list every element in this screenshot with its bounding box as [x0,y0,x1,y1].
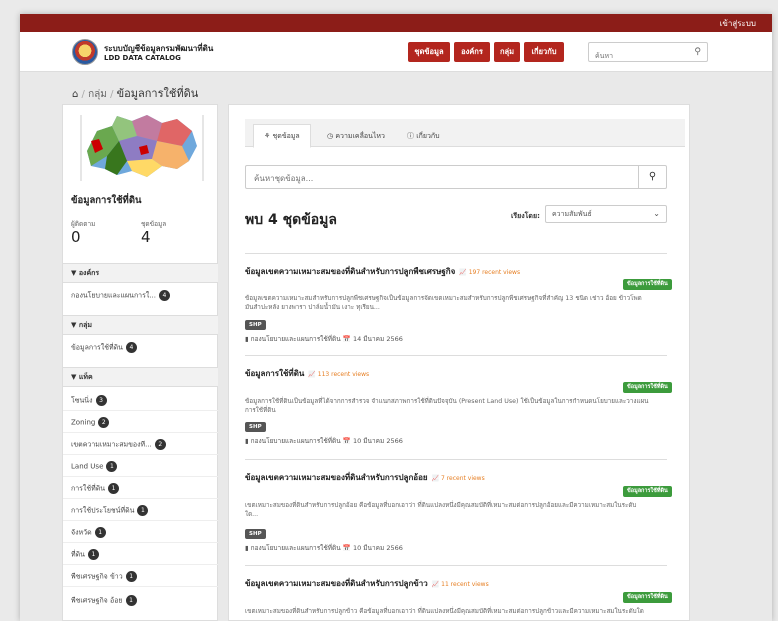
info-icon: ⓘ [407,132,417,140]
dataset-meta: ▮ กองนโยบายและแผนการใช้ที่ดิน 📅 14 มีนาค… [245,335,403,343]
facet-item-tag[interactable]: จังหวัด 1 [71,527,106,539]
recent-views: 📈 197 recent views [459,269,521,276]
facet-item-tag[interactable]: การใช้ประโยชน์ที่ดิน 1 [71,505,149,517]
header-search-input[interactable] [589,47,679,65]
header-search[interactable]: ⚲ [588,42,708,65]
format-badge[interactable]: SHP [245,422,266,432]
sort-label: เรียงโดย: [511,212,540,220]
group-map-image [77,111,207,185]
divider [63,586,218,587]
divider [245,355,667,356]
masthead: ระบบบัญชีข้อมูลกรมพัฒนาที่ดิน LDD DATA C… [20,32,772,72]
divider [245,253,667,254]
dataset-title-link[interactable]: ข้อมูลเขตความเหมาะสมของที่ดินสำหรับการปล… [245,471,485,484]
tab-activity[interactable]: ◷ ความเคลื่อนไหว [317,125,395,147]
dataset-title-link[interactable]: ข้อมูลการใช้ที่ดิน 📈 113 recent views [245,367,369,380]
divider [63,498,218,499]
dataset-title-link[interactable]: ข้อมูลเขตความเหมาะสมของที่ดินสำหรับการปล… [245,577,489,590]
filter-icon: ▼ [71,269,79,277]
home-icon[interactable]: ⌂ [72,89,78,100]
sort-select[interactable]: ความสัมพันธ์ ⌄ [545,205,667,223]
recent-views: 📈 11 recent views [431,581,489,588]
group-title: ข้อมูลการใช้ที่ดิน [71,195,142,206]
divider [63,410,218,411]
facet-header-organizations: ▼ องค์กร [63,263,218,283]
divider [63,454,218,455]
search-icon[interactable]: ⚲ [638,166,666,188]
breadcrumb-current[interactable]: ข้อมูลการใช้ที่ดิน [117,87,199,100]
facet-item-tag[interactable]: การใช้ที่ดิน 1 [71,483,120,495]
ldd-logo[interactable] [72,39,98,65]
group-tag-badge[interactable]: ข้อมูลการใช้ที่ดิน [623,382,672,393]
divider [245,565,667,566]
dataset-meta: ▮ กองนโยบายและแผนการใช้ที่ดิน 📅 10 มีนาค… [245,437,403,445]
filter-icon: ▼ [71,373,79,381]
recent-views: 📈 7 recent views [431,475,485,482]
group-tag-badge[interactable]: ข้อมูลการใช้ที่ดิน [623,279,672,290]
nav-groups-button[interactable]: กลุ่ม [494,42,520,62]
facet-item-tag[interactable]: พืชเศรษฐกิจ ข้าว 1 [71,571,137,583]
filter-icon: ▼ [71,321,79,329]
results-count: พบ 4 ชุดข้อมูล [245,212,337,228]
facet-header-groups: ▼ กลุ่ม [63,315,218,335]
facet-item-tag[interactable]: พืชเศรษฐกิจ อ้อย 1 [71,595,137,607]
facet-item-tag[interactable]: Land Use 1 [71,461,118,472]
chevron-down-icon: ⌄ [653,209,660,218]
recent-views: 📈 113 recent views [308,371,370,378]
dataset-description: เขตเหมาะสมของที่ดินสำหรับการปลูกอ้อย คือ… [245,502,637,518]
dataset-search-input[interactable] [246,167,626,190]
facet-item-group[interactable]: ข้อมูลการใช้ที่ดิน 4 [71,342,137,354]
search-icon[interactable]: ⚲ [694,47,701,57]
group-tag-badge[interactable]: ข้อมูลการใช้ที่ดิน [623,592,672,603]
nav-organizations-button[interactable]: องค์กร [454,42,490,62]
facet-item-organization[interactable]: กองนโยบายและแผนการใ... 4 [71,290,170,302]
divider [63,564,218,565]
group-main-content: ⚘ ชุดข้อมูล ◷ ความเคลื่อนไหว ⓘ เกี่ยวกับ… [228,104,690,621]
datasets-count: 4 [141,228,151,246]
tab-datasets[interactable]: ⚘ ชุดข้อมูล [253,124,311,148]
dataset-description: เขตเหมาะสมของที่ดินสำหรับการปลูกข้าว คือ… [245,608,644,615]
dataset-description: ข้อมูลการใช้ที่ดินเป็นข้อมูลที่ได้จากการ… [245,398,649,414]
dataset-description: ข้อมูลเขตความเหมาะสมสำหรับการปลูกพืชเศรษ… [245,295,642,311]
nav-datasets-button[interactable]: ชุดข้อมูล [408,42,450,62]
login-link[interactable]: เข้าสู่ระบบ [720,17,756,30]
facet-item-tag[interactable]: ที่ดิน 1 [71,549,99,561]
facet-item-tag[interactable]: โซนนิ่ง 3 [71,395,107,407]
facet-header-tags: ▼ แท็ค [63,367,218,387]
facet-item-tag[interactable]: Zoning 2 [71,417,110,428]
group-tag-badge[interactable]: ข้อมูลการใช้ที่ดิน [623,486,672,497]
tab-about[interactable]: ⓘ เกี่ยวกับ [397,125,450,147]
format-badge[interactable]: SHP [245,320,266,330]
group-sidebar: ข้อมูลการใช้ที่ดิน ผู้ติดตาม ชุดข้อมูล 0… [62,104,218,621]
top-account-bar: เข้าสู่ระบบ [20,14,772,32]
site-subtitle[interactable]: LDD DATA CATALOG [104,54,181,62]
breadcrumb: ⌂ / กลุ่ม / ข้อมูลการใช้ที่ดิน [72,87,199,100]
group-tabs: ⚘ ชุดข้อมูล ◷ ความเคลื่อนไหว ⓘ เกี่ยวกับ [245,119,685,148]
divider [63,432,218,433]
divider [63,520,218,521]
sitemap-icon: ⚘ [264,132,273,140]
divider [63,476,218,477]
nav-about-button[interactable]: เกี่ยวกับ [524,42,564,62]
divider [63,542,218,543]
dataset-title-link[interactable]: ข้อมูลเขตความเหมาะสมของที่ดินสำหรับการปล… [245,265,520,278]
divider [245,459,667,460]
followers-count: 0 [71,228,81,246]
facet-item-tag[interactable]: เขตความเหมาะสมของที... 2 [71,439,166,451]
format-badge[interactable]: SHP [245,529,266,539]
dataset-search[interactable]: ⚲ [245,165,667,190]
breadcrumb-groups[interactable]: กลุ่ม [88,89,107,100]
dataset-meta: ▮ กองนโยบายและแผนการใช้ที่ดิน 📅 10 มีนาค… [245,544,403,552]
